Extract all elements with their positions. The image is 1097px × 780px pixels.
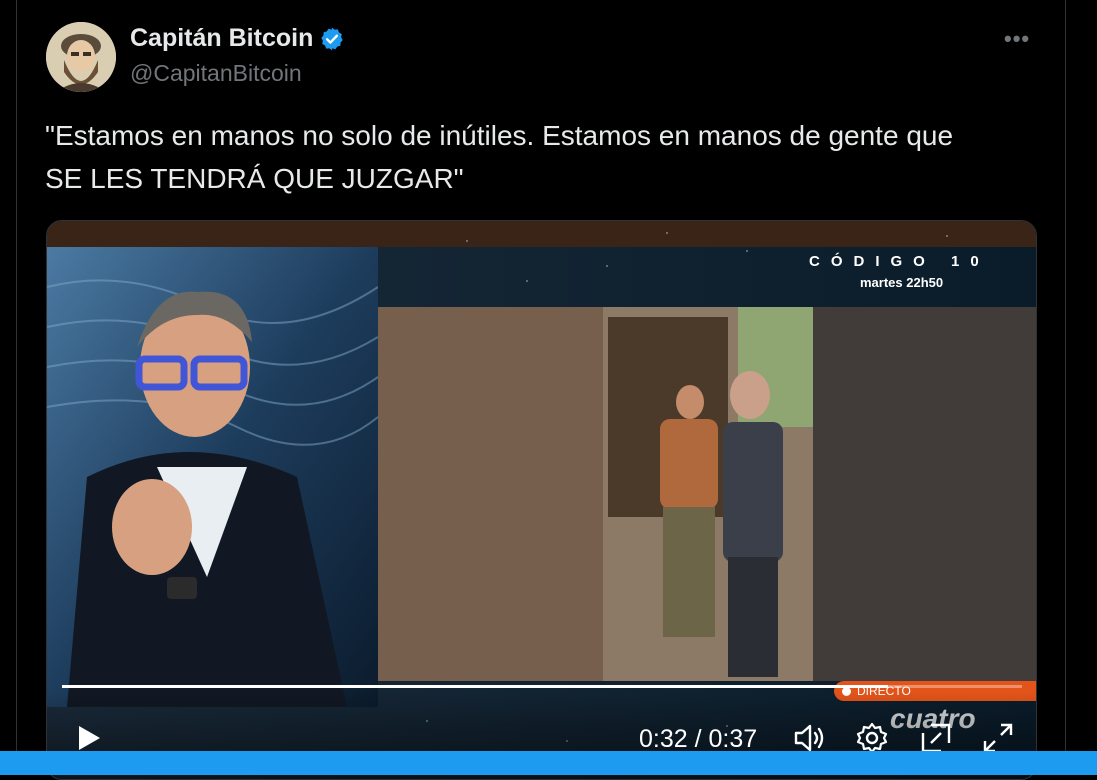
volume-icon[interactable] — [792, 721, 826, 755]
avatar[interactable] — [46, 22, 116, 92]
video-progress-fill — [62, 685, 888, 688]
video-progress-bar[interactable] — [62, 685, 1022, 688]
author-handle[interactable]: @CapitanBitcoin — [130, 60, 302, 87]
bottom-accent-bar — [0, 751, 1097, 775]
overlay-show-title: CÓDIGO 10 — [809, 253, 990, 270]
settings-gear-icon[interactable] — [855, 721, 889, 755]
fullscreen-icon[interactable] — [981, 721, 1015, 755]
tweet-text-line-1: "Estamos en manos no solo de inútiles. E… — [45, 120, 954, 151]
author-name[interactable]: Capitán Bitcoin — [130, 24, 313, 53]
tweet-text: "Estamos en manos no solo de inútiles. E… — [45, 114, 1045, 200]
verified-badge-icon — [321, 27, 344, 50]
video-frame-presenter — [47, 247, 378, 707]
video-frame-report — [378, 307, 1036, 681]
overlay-show-time: martes 22h50 — [860, 275, 944, 290]
picture-in-picture-icon[interactable] — [919, 721, 953, 755]
play-icon[interactable] — [73, 723, 103, 753]
video-time-display: 0:32 / 0:37 — [639, 725, 758, 753]
author-name-row[interactable]: Capitán Bitcoin — [130, 24, 345, 53]
video-player[interactable]: CÓDIGO 10 martes 22h50 DIRECTO cuatro 0:… — [46, 220, 1037, 780]
tweet-text-line-2: SE LES TENDRÁ QUE JUZGAR" — [45, 163, 464, 194]
avatar-illustration — [46, 22, 116, 92]
more-options-button[interactable]: ••• — [1004, 26, 1030, 52]
